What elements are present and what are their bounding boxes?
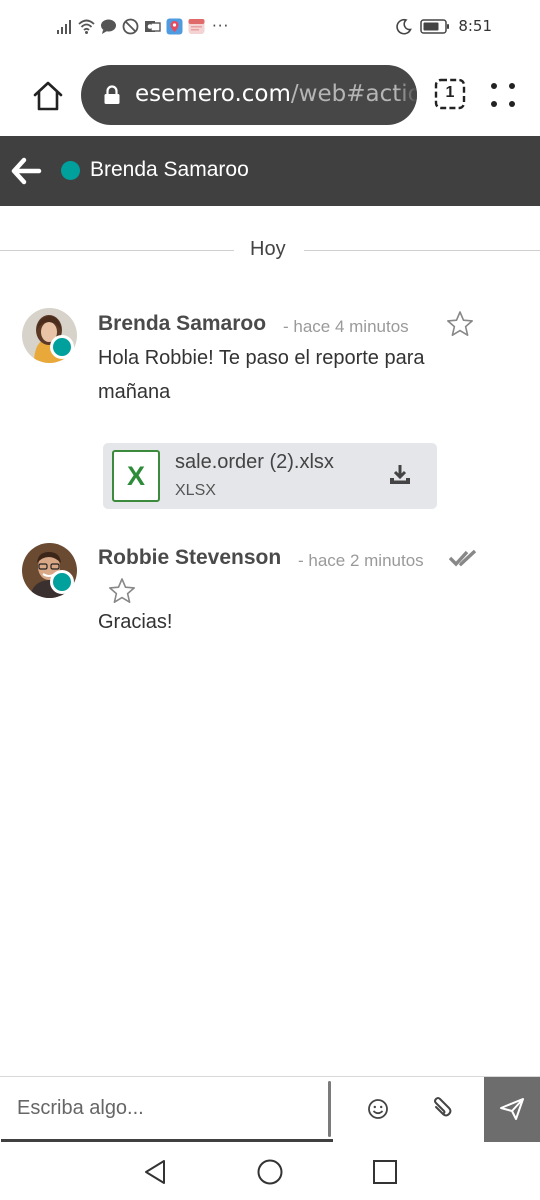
moon-icon (396, 18, 413, 35)
calendar-app-icon (188, 18, 205, 34)
date-label: Hoy (250, 238, 286, 260)
emoji-icon[interactable] (366, 1097, 390, 1121)
avatar-online-dot (50, 335, 74, 359)
url-host: esemero.com (135, 81, 291, 107)
message-time: - hace 4 minutos (283, 317, 409, 336)
chat-title: Brenda Samaroo (90, 158, 249, 181)
read-receipt-icon (449, 549, 477, 567)
url-text[interactable]: esemero.com/web#action (135, 81, 417, 107)
message-author[interactable]: Brenda Samaroo (98, 312, 266, 336)
download-icon[interactable] (388, 463, 412, 487)
attachment-card[interactable]: X sale.order (2).xlsx XLSX (103, 443, 437, 509)
status-icons-left: ··· (56, 14, 229, 38)
wifi-icon (78, 19, 95, 34)
lock-icon (104, 85, 120, 104)
date-separator: Hoy (0, 234, 540, 268)
message-line: mañana (98, 381, 171, 403)
excel-file-icon: X (112, 450, 160, 502)
browser-toolbar: esemero.com/web#action 1 (0, 52, 540, 136)
tab-count: 1 (445, 84, 455, 101)
signal-icon (57, 19, 71, 34)
chat-bubble-icon (101, 19, 116, 34)
location-app-icon (166, 18, 183, 34)
system-nav-bar (0, 1142, 540, 1200)
nav-back-icon[interactable] (142, 1158, 168, 1186)
more-menu-icon[interactable] (488, 78, 518, 112)
tab-switcher-button[interactable]: 1 (434, 78, 466, 110)
url-fade (397, 65, 417, 125)
separator-line-right (304, 250, 540, 251)
message-composer (0, 1076, 540, 1143)
send-icon (500, 1098, 524, 1120)
nav-recents-icon[interactable] (372, 1159, 398, 1185)
separator-line-left (0, 250, 234, 251)
status-bar: ··· 8:51 (0, 0, 540, 52)
nav-home-icon[interactable] (256, 1158, 284, 1186)
send-button[interactable] (484, 1077, 540, 1143)
do-not-disturb-icon (122, 18, 139, 34)
back-arrow-icon[interactable] (10, 156, 42, 186)
message-time: - hace 2 minutos (298, 551, 424, 570)
message-author[interactable]: Robbie Stevenson (98, 546, 281, 570)
message-line: Hola Robbie! Te paso el reporte para (98, 347, 425, 369)
status-overflow-indicator: ··· (212, 17, 230, 35)
attachment-name[interactable]: sale.order (2).xlsx (175, 451, 334, 474)
online-status-dot (61, 161, 80, 180)
home-icon[interactable] (30, 78, 66, 114)
battery-icon (420, 18, 450, 34)
message-input[interactable] (1, 1077, 333, 1142)
status-time: 8:51 (458, 17, 492, 35)
chat-header (0, 136, 540, 206)
status-icons-right: 8:51 (395, 14, 492, 38)
input-resize-handle[interactable] (328, 1081, 331, 1137)
outlook-icon (145, 20, 161, 32)
star-icon[interactable] (108, 577, 136, 605)
url-bar[interactable]: esemero.com/web#action (81, 65, 417, 125)
paperclip-icon[interactable] (428, 1095, 454, 1121)
star-icon[interactable] (446, 310, 474, 338)
avatar-online-dot (50, 570, 74, 594)
message-body: Gracias! (98, 611, 173, 633)
attachment-type: XLSX (175, 482, 216, 499)
message-body: Hola Robbie! Te paso el reporte para mañ… (98, 341, 425, 409)
